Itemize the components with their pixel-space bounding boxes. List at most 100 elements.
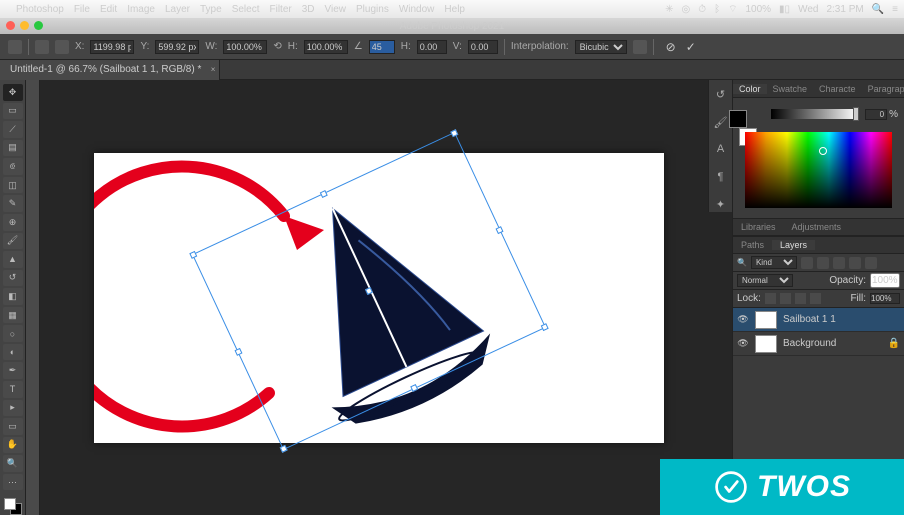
transform-handle[interactable] (450, 129, 458, 137)
menu-view[interactable]: View (325, 4, 347, 15)
history-brush-tool[interactable]: ↺ (3, 270, 23, 287)
vertical-ruler[interactable] (26, 80, 40, 515)
stamp-tool[interactable]: ▲ (3, 251, 23, 268)
interpolation-select[interactable]: Bicubic (575, 40, 627, 54)
skew-h-input[interactable] (417, 40, 447, 54)
lock-position-icon[interactable] (795, 293, 806, 304)
status-icon[interactable]: ⏱ (698, 4, 706, 15)
link-wh-icon[interactable]: ⟲ (273, 41, 281, 52)
w-input[interactable] (223, 40, 267, 54)
character-panel-icon[interactable]: A (714, 143, 728, 157)
tab-libraries[interactable]: Libraries (733, 222, 784, 232)
blend-mode-select[interactable]: Normal (737, 274, 793, 287)
transform-handle[interactable] (320, 190, 328, 198)
x-input[interactable] (90, 40, 134, 54)
y-input[interactable] (155, 40, 199, 54)
pen-tool[interactable]: ✒ (3, 362, 23, 379)
layer-thumbnail[interactable] (755, 311, 777, 329)
transform-handle[interactable] (189, 250, 197, 258)
visibility-toggle[interactable]: 👁 (737, 338, 749, 350)
zoom-tool[interactable]: 🔍 (3, 455, 23, 472)
tab-character[interactable]: Characte (813, 84, 862, 94)
menu-3d[interactable]: 3D (302, 4, 315, 15)
brushes-panel-icon[interactable]: 🖌 (714, 116, 728, 130)
crop-tool[interactable]: ⟃ (3, 158, 23, 175)
heal-tool[interactable]: ⊕ (3, 214, 23, 231)
menu-app[interactable]: Photoshop (16, 4, 64, 15)
marquee-tool[interactable]: ▭ (3, 103, 23, 120)
status-icon[interactable]: ✳ (665, 4, 673, 15)
home-icon[interactable] (8, 40, 22, 54)
window-close-button[interactable] (6, 21, 15, 30)
layer-thumbnail[interactable] (755, 335, 777, 353)
opacity-input[interactable] (870, 273, 900, 288)
menu-layer[interactable]: Layer (165, 4, 190, 15)
color-value[interactable]: 0 (865, 109, 887, 120)
path-select-tool[interactable]: ▸ (3, 400, 23, 417)
eyedropper-tool[interactable]: ✎ (3, 195, 23, 212)
frame-tool[interactable]: ◫ (3, 177, 23, 194)
menu-plugins[interactable]: Plugins (356, 4, 389, 15)
paragraph-panel-icon[interactable]: ¶ (714, 171, 728, 185)
status-icon[interactable]: ◎ (682, 4, 691, 15)
lock-all-icon[interactable] (810, 293, 821, 304)
blur-tool[interactable]: ○ (3, 325, 23, 342)
shape-tool[interactable]: ▭ (3, 418, 23, 435)
hue-slider[interactable] (771, 109, 857, 119)
tab-swatches[interactable]: Swatche (767, 84, 814, 94)
h-input[interactable] (304, 40, 348, 54)
menu-type[interactable]: Type (200, 4, 222, 15)
color-spectrum[interactable] (745, 132, 892, 208)
layer-name[interactable]: Sailboat 1 1 (783, 314, 836, 325)
tab-paths[interactable]: Paths (733, 240, 772, 250)
menu-window[interactable]: Window (399, 4, 435, 15)
gradient-tool[interactable]: ▦ (3, 307, 23, 324)
tab-paragraph[interactable]: Paragrap (862, 84, 904, 94)
object-select-tool[interactable]: ▤ (3, 140, 23, 157)
tab-adjustments[interactable]: Adjustments (784, 222, 850, 232)
tab-layers[interactable]: Layers (772, 240, 815, 250)
bg-color-swatch[interactable] (729, 110, 747, 128)
filter-smart-icon[interactable] (865, 257, 877, 269)
visibility-toggle[interactable]: 👁 (737, 314, 749, 326)
edit-toolbar[interactable]: ⋯ (3, 474, 23, 491)
menu-select[interactable]: Select (232, 4, 260, 15)
layer-row[interactable]: 👁 Background 🔒 (733, 332, 904, 356)
lock-transparency-icon[interactable] (765, 293, 776, 304)
window-zoom-button[interactable] (34, 21, 43, 30)
layer-filter-select[interactable]: Kind (751, 256, 797, 269)
layer-name[interactable]: Background (783, 338, 836, 349)
menu-help[interactable]: Help (444, 4, 465, 15)
cancel-transform-button[interactable]: ⊘ (666, 40, 676, 54)
angle-input[interactable] (369, 40, 395, 54)
properties-panel-icon[interactable]: ✦ (714, 198, 728, 212)
menu-image[interactable]: Image (127, 4, 155, 15)
close-tab-button[interactable]: × (211, 65, 216, 74)
menu-edit[interactable]: Edit (100, 4, 117, 15)
fill-input[interactable] (870, 293, 900, 304)
wifi-icon[interactable]: ⌔ (728, 3, 737, 16)
history-panel-icon[interactable]: ↺ (714, 88, 728, 102)
document-tab[interactable]: Untitled-1 @ 66.7% (Sailboat 1 1, RGB/8)… (0, 60, 220, 80)
hand-tool[interactable]: ✋ (3, 437, 23, 454)
eraser-tool[interactable]: ◧ (3, 288, 23, 305)
layer-row[interactable]: 👁 Sailboat 1 1 (733, 308, 904, 332)
type-tool[interactable]: T (3, 381, 23, 398)
lock-pixels-icon[interactable] (780, 293, 791, 304)
skew-v-input[interactable] (468, 40, 498, 54)
menu-file[interactable]: File (74, 4, 90, 15)
canvas-area[interactable] (26, 80, 732, 515)
filter-adjust-icon[interactable] (817, 257, 829, 269)
filter-shape-icon[interactable] (849, 257, 861, 269)
commit-transform-button[interactable]: ✓ (686, 40, 696, 54)
reference-point-icon[interactable] (55, 40, 69, 54)
warp-icon[interactable] (633, 40, 647, 54)
filter-type-icon[interactable] (833, 257, 845, 269)
menu-extra-icon[interactable]: ≡ (892, 4, 898, 15)
lasso-tool[interactable]: ⟋ (3, 121, 23, 138)
tab-color[interactable]: Color (733, 84, 767, 94)
dodge-tool[interactable]: ◐ (3, 344, 23, 361)
transform-handle[interactable] (280, 444, 288, 452)
spotlight-icon[interactable]: 🔍 (872, 4, 884, 15)
menu-filter[interactable]: Filter (269, 4, 291, 15)
